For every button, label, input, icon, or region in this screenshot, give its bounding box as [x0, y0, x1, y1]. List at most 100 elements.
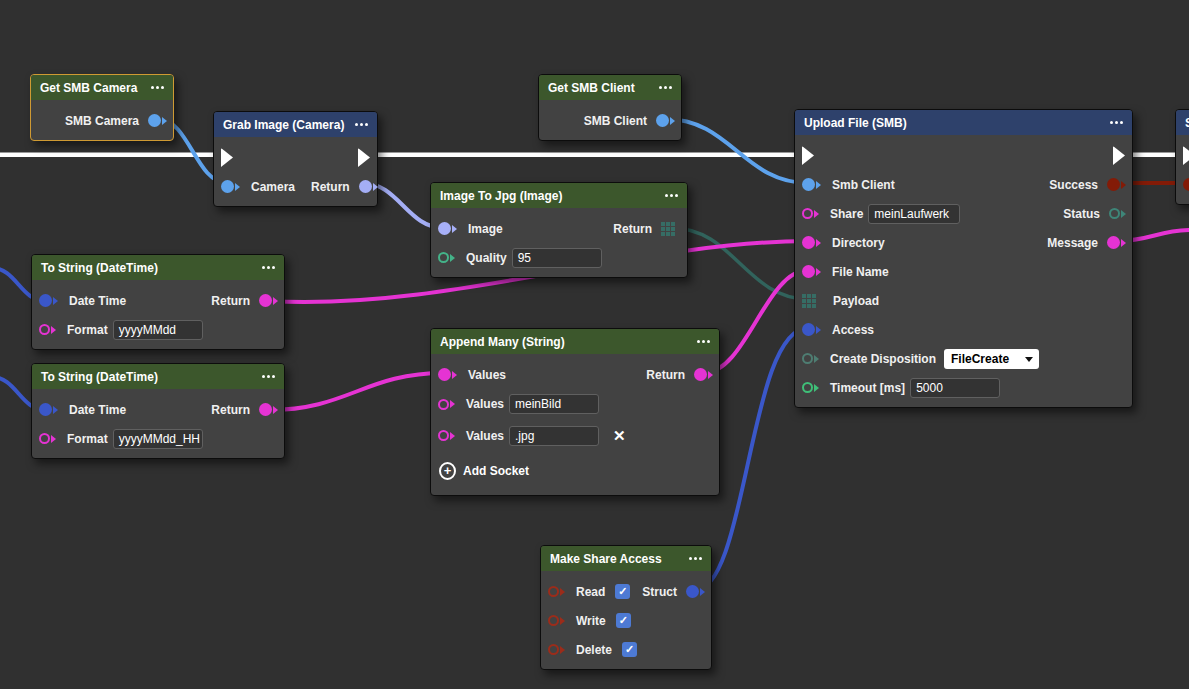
timeout-ms-input[interactable]: 5000 [910, 378, 1000, 398]
input-pin-format[interactable] [39, 433, 60, 444]
node-upload-file-row-2: SharemeinLaufwerkStatus [795, 199, 1132, 228]
menu-dots-icon[interactable] [355, 123, 368, 126]
input-pin-date-time[interactable] [39, 403, 62, 416]
wire-jpg-return-to-payload[interactable] [672, 228, 808, 299]
input-pin-file-name[interactable] [802, 265, 825, 278]
node-get-smb-camera-header[interactable]: Get SMB Camera [31, 75, 173, 100]
pin-nub [162, 117, 171, 125]
node-to-string-datetime-1-header[interactable]: To String (DateTime) [32, 255, 284, 280]
menu-dot [360, 123, 363, 126]
input-pin-format[interactable] [39, 324, 60, 335]
menu-dots-icon[interactable] [659, 86, 672, 89]
add-socket-button[interactable]: +Add Socket [438, 462, 537, 480]
input-pin-quality[interactable] [438, 252, 459, 263]
values-label: Values [466, 429, 504, 443]
menu-dots-icon[interactable] [665, 194, 678, 197]
exec-in-pin[interactable] [221, 148, 233, 167]
smb-client-label: Smb Client [832, 178, 895, 192]
camera-label: Camera [251, 180, 295, 194]
input-pin-create-disposition[interactable] [802, 353, 823, 364]
return-label: Return [211, 294, 250, 308]
node-upload-file-title: Upload File (SMB) [804, 116, 907, 130]
node-make-share-access-header[interactable]: Make Share Access [541, 546, 711, 571]
menu-dot [262, 375, 265, 378]
input-pin-in[interactable] [1183, 178, 1189, 191]
output-pin-success[interactable] [1107, 178, 1130, 191]
input-pin-values[interactable] [438, 430, 459, 441]
menu-dots-icon[interactable] [262, 266, 275, 269]
output-pin-status[interactable] [1109, 208, 1130, 219]
pin-nub [450, 400, 459, 408]
exec-out-pin[interactable] [1113, 146, 1125, 165]
input-pin-payload[interactable] [802, 294, 826, 308]
menu-dots-icon[interactable] [1110, 121, 1123, 124]
share-label: Share [830, 207, 863, 221]
output-pin-return[interactable] [259, 294, 282, 307]
create-disposition-label: Create Disposition [830, 352, 936, 366]
values-input[interactable]: .jpg [509, 426, 599, 446]
output-pin-return[interactable] [694, 368, 717, 381]
add-socket-label: Add Socket [463, 464, 529, 478]
menu-dot [694, 557, 697, 560]
pin-nub [816, 181, 825, 189]
output-pin-smb-client[interactable] [656, 114, 679, 127]
node-append-many-row-3: +Add Socket [431, 452, 719, 490]
input-pin-read[interactable] [548, 586, 569, 597]
output-pin-return[interactable] [259, 403, 282, 416]
input-pin-access[interactable] [802, 323, 825, 336]
input-pin-camera[interactable] [221, 180, 244, 193]
input-pin-timeout-ms[interactable] [802, 382, 823, 393]
wire-tostring2-return-to-values[interactable] [269, 373, 444, 410]
node-upload-file-row-4: File Name [795, 257, 1132, 286]
input-pin-values[interactable] [438, 368, 461, 381]
input-pin-values[interactable] [438, 399, 459, 410]
input-pin-write[interactable] [548, 615, 569, 626]
output-pin-struct[interactable] [686, 585, 709, 598]
wire-smb-client-to-upload[interactable] [666, 119, 808, 183]
pin-dot [359, 180, 372, 193]
menu-dots-icon[interactable] [697, 340, 710, 343]
delete-checkbox[interactable]: ✓ [622, 642, 637, 657]
node-image-to-jpg-header[interactable]: Image To Jpg (Image) [431, 183, 687, 208]
exec-in-pin[interactable] [1183, 146, 1189, 165]
pin-dot [548, 586, 559, 597]
remove-socket-icon[interactable]: ✕ [613, 427, 626, 445]
grid-cell [671, 222, 675, 226]
format-input[interactable]: yyyyMMdd [113, 320, 203, 340]
input-pin-smb-client[interactable] [802, 178, 825, 191]
node-editor-canvas[interactable]: Get SMB CameraSMB CameraGrab Image (Came… [0, 0, 1189, 689]
menu-dot [689, 557, 692, 560]
node-append-many-title: Append Many (String) [440, 335, 565, 349]
output-pin-message[interactable] [1107, 236, 1130, 249]
output-pin-smb-camera[interactable] [148, 114, 171, 127]
read-checkbox[interactable]: ✓ [615, 584, 630, 599]
grid-cell [661, 222, 665, 226]
share-input[interactable]: meinLaufwerk [868, 204, 960, 224]
node-next-node-header[interactable]: S [1176, 110, 1189, 135]
pin-nub [273, 406, 282, 414]
create-disposition-select[interactable]: FileCreate [944, 349, 1039, 369]
input-pin-image[interactable] [438, 222, 461, 235]
output-pin-return[interactable] [661, 222, 685, 236]
menu-dots-icon[interactable] [262, 375, 275, 378]
quality-input[interactable]: 95 [512, 248, 602, 268]
pin-dot [259, 294, 272, 307]
pin-nub [51, 326, 60, 334]
output-pin-return[interactable] [359, 180, 382, 193]
exec-in-pin[interactable] [802, 146, 814, 165]
input-pin-date-time[interactable] [39, 294, 62, 307]
node-append-many-header[interactable]: Append Many (String) [431, 329, 719, 354]
values-input[interactable]: meinBild [509, 394, 599, 414]
node-get-smb-client-header[interactable]: Get SMB Client [539, 75, 681, 100]
exec-out-pin[interactable] [358, 148, 370, 167]
menu-dots-icon[interactable] [689, 557, 702, 560]
node-to-string-datetime-2-header[interactable]: To String (DateTime) [32, 364, 284, 389]
input-pin-directory[interactable] [802, 236, 825, 249]
write-checkbox[interactable]: ✓ [616, 613, 631, 628]
input-pin-delete[interactable] [548, 644, 569, 655]
node-upload-file-header[interactable]: Upload File (SMB) [795, 110, 1132, 135]
node-grab-image-header[interactable]: Grab Image (Camera) [214, 112, 377, 137]
menu-dots-icon[interactable] [151, 86, 164, 89]
input-pin-share[interactable] [802, 208, 823, 219]
format-input[interactable]: yyyyMMdd_HH [113, 429, 203, 449]
